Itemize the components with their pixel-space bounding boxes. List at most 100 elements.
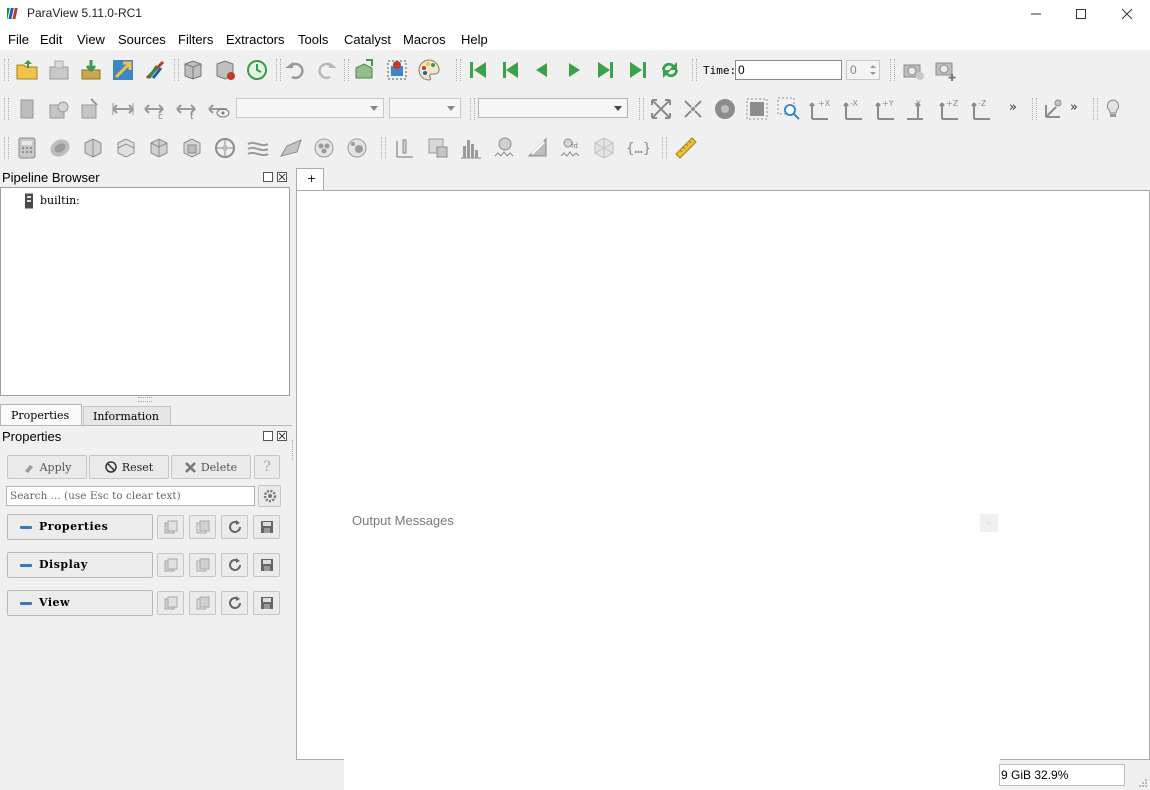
connect-icon[interactable] xyxy=(111,58,135,82)
section-display-toggle[interactable]: Display xyxy=(7,552,153,578)
menu-macros[interactable]: Macros xyxy=(403,32,446,47)
menu-file[interactable]: File xyxy=(8,32,29,47)
close-icon[interactable] xyxy=(277,431,287,441)
toolbar-grip[interactable] xyxy=(639,98,644,120)
toolbar-grip[interactable] xyxy=(470,98,475,120)
save-defaults-button[interactable] xyxy=(253,553,280,577)
save-defaults-button[interactable] xyxy=(253,591,280,615)
delete-button[interactable]: Delete xyxy=(171,455,251,479)
clip-icon[interactable] xyxy=(81,136,105,160)
reset-session-icon[interactable] xyxy=(245,58,269,82)
toolbar-overflow-chevron[interactable]: » xyxy=(1009,100,1017,115)
reset-range-icon[interactable] xyxy=(79,97,103,121)
zoom-closest-to-data-icon[interactable] xyxy=(745,97,769,121)
splitter-handle[interactable] xyxy=(138,397,152,402)
group-datasets-icon[interactable] xyxy=(312,136,336,160)
mesh-quality-icon[interactable] xyxy=(592,136,616,160)
set-view-minus-z-icon[interactable]: -Z xyxy=(969,97,993,121)
center-axes-icon[interactable] xyxy=(1041,97,1065,121)
spin-arrows-icon[interactable] xyxy=(869,63,877,77)
toolbar-grip[interactable] xyxy=(4,137,9,159)
probe-location-icon[interactable] xyxy=(393,136,417,160)
find-data-icon[interactable] xyxy=(385,58,409,82)
color-component-select[interactable] xyxy=(389,98,461,118)
toolbar-grip[interactable] xyxy=(662,137,667,159)
extract-level-icon[interactable] xyxy=(345,136,369,160)
close-icon[interactable] xyxy=(277,172,287,182)
set-view-minus-x-icon[interactable]: -X xyxy=(841,97,865,121)
color-by-select[interactable] xyxy=(236,98,384,118)
reset-camera-icon[interactable] xyxy=(649,97,673,121)
previous-frame-icon[interactable] xyxy=(498,58,522,82)
toolbar-grip[interactable] xyxy=(276,59,281,81)
rescale-custom-range-c-icon[interactable]: c xyxy=(143,97,167,121)
threshold-icon[interactable] xyxy=(147,136,171,160)
play-icon[interactable] xyxy=(562,58,586,82)
toolbar-grip[interactable] xyxy=(456,59,461,81)
histogram-icon[interactable] xyxy=(459,136,483,160)
last-frame-icon[interactable] xyxy=(626,58,650,82)
paste-button[interactable] xyxy=(189,515,216,539)
ruler-icon[interactable] xyxy=(674,136,698,160)
paste-button[interactable] xyxy=(189,591,216,615)
output-close-button[interactable] xyxy=(980,514,998,532)
rescale-visible-range-icon[interactable] xyxy=(207,97,231,121)
properties-search-input[interactable]: Search ... (use Esc to clear text) xyxy=(6,486,255,506)
menu-extractors[interactable]: Extractors xyxy=(226,32,285,47)
maximize-button[interactable] xyxy=(1058,0,1104,28)
extract-subset-icon[interactable] xyxy=(180,136,204,160)
calculator-icon[interactable] xyxy=(15,136,39,160)
menu-catalyst[interactable]: Catalyst xyxy=(344,32,391,47)
save-defaults-button[interactable] xyxy=(253,515,280,539)
menu-view[interactable]: View xyxy=(77,32,105,47)
color-palette-icon[interactable] xyxy=(417,58,441,82)
plot-selection-over-time-icon[interactable] xyxy=(526,136,550,160)
redo-icon[interactable] xyxy=(315,58,339,82)
camera-undo-icon[interactable] xyxy=(352,58,376,82)
toolbar-overflow-chevron[interactable]: » xyxy=(1070,100,1078,115)
toggle-visibility-icon[interactable] xyxy=(15,97,39,121)
stream-tracer-icon[interactable] xyxy=(246,136,270,160)
set-view-plus-z-icon[interactable]: +Z xyxy=(937,97,961,121)
capture-screenshot-icon[interactable] xyxy=(902,58,926,82)
contour-icon[interactable] xyxy=(48,136,72,160)
save-state-icon[interactable] xyxy=(47,58,71,82)
plot-data-over-time-icon[interactable] xyxy=(493,136,517,160)
toolbar-grip[interactable] xyxy=(1032,98,1037,120)
restore-defaults-button[interactable] xyxy=(221,553,248,577)
save-state-icon[interactable] xyxy=(213,58,237,82)
menu-tools[interactable]: Tools xyxy=(298,32,328,47)
set-view-plus-y-icon[interactable]: +Y xyxy=(873,97,897,121)
copy-button[interactable] xyxy=(157,515,184,539)
apply-button[interactable]: Apply xyxy=(7,455,87,479)
splitter-handle[interactable] xyxy=(292,440,295,460)
python-calculator-icon[interactable]: fd xyxy=(559,136,583,160)
paste-button[interactable] xyxy=(189,553,216,577)
close-window-button[interactable] xyxy=(1104,0,1150,28)
reset-camera-closest-icon[interactable] xyxy=(681,97,705,121)
save-data-icon[interactable] xyxy=(79,58,103,82)
undock-icon[interactable] xyxy=(263,172,273,182)
section-view-toggle[interactable]: View xyxy=(7,590,153,616)
edit-color-map-icon[interactable] xyxy=(47,97,71,121)
resize-grip-icon[interactable] xyxy=(1138,778,1148,788)
warp-by-vector-icon[interactable] xyxy=(279,136,303,160)
section-properties-toggle[interactable]: Properties xyxy=(7,514,153,540)
time-input[interactable]: 0 xyxy=(735,60,842,80)
first-frame-icon[interactable] xyxy=(466,58,490,82)
set-view-minus-y-icon[interactable]: -Y xyxy=(905,97,929,121)
zoom-to-box-icon[interactable] xyxy=(777,97,801,121)
zoom-to-data-icon[interactable] xyxy=(713,97,737,121)
disconnect-icon[interactable] xyxy=(143,58,167,82)
python-script-icon[interactable]: {…} xyxy=(625,136,649,160)
tab-information[interactable]: Information xyxy=(83,406,171,426)
toolbar-grip[interactable] xyxy=(4,98,9,120)
menu-filters[interactable]: Filters xyxy=(178,32,213,47)
toolbar-grip[interactable] xyxy=(344,59,349,81)
tab-properties[interactable]: Properties xyxy=(0,404,82,426)
load-state-icon[interactable] xyxy=(181,58,205,82)
next-frame-icon[interactable] xyxy=(594,58,618,82)
restore-defaults-button[interactable] xyxy=(221,515,248,539)
copy-button[interactable] xyxy=(157,591,184,615)
toolbar-grip[interactable] xyxy=(174,59,179,81)
